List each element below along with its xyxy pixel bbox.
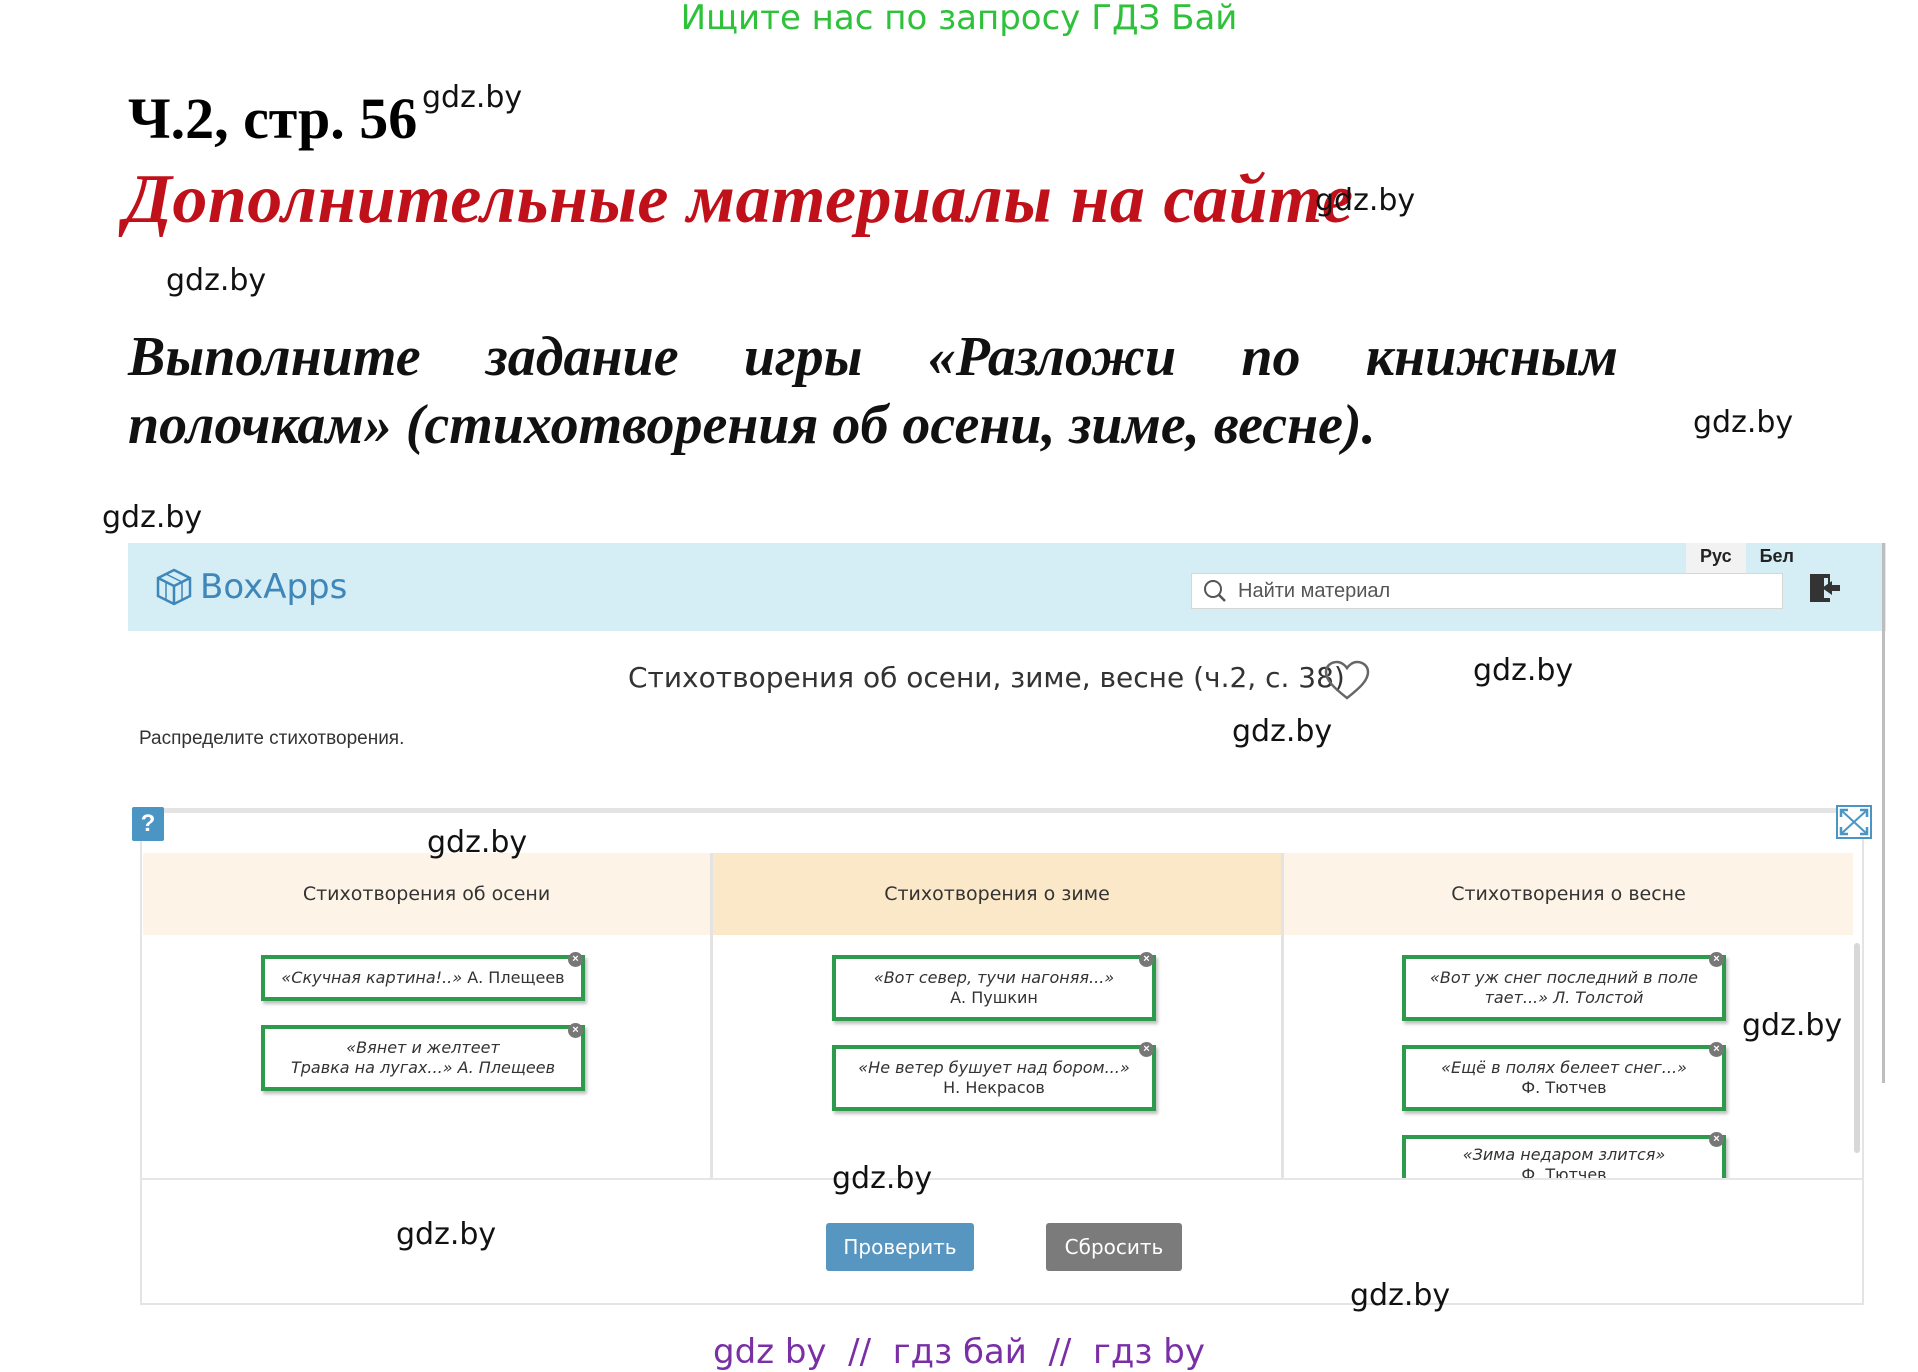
card-author: Н. Некрасов [943,1078,1045,1097]
remove-card-icon[interactable]: × [568,1023,583,1038]
column-header-autumn: Стихотворения об осени [143,853,710,935]
remove-card-icon[interactable]: × [1709,1042,1724,1057]
column-scrollbar[interactable] [1854,943,1860,1153]
watermark: gdz.by [1315,183,1416,218]
card-title: «Ещё в полях белеет снег...» [1441,1058,1687,1077]
watermark: gdz.by [1742,1008,1843,1043]
poem-card[interactable]: «Вот уж снег последний в поле тает...» Л… [1402,955,1726,1021]
logo-text: BoxApps [200,567,348,607]
task-text-line-2: полочкам» (стихотворения об осени, зиме,… [128,394,1376,456]
remove-card-icon[interactable]: × [1709,1132,1724,1147]
page-reference: Ч.2, стр. 56 [128,86,418,151]
poem-card[interactable]: «Не ветер бушует над бором...» Н. Некрас… [832,1045,1156,1111]
material-title: Стихотворения об осени, зиме, весне (ч.2… [628,661,1345,694]
task-word: задание [485,326,679,388]
footer-divider [140,1178,1864,1180]
logout-icon[interactable] [1808,571,1842,610]
card-author: Ф. Тютчев [1521,1078,1607,1097]
card-title: «Не ветер бушует над бором...» [858,1058,1130,1077]
watermark: gdz.by [1232,714,1333,749]
language-switch: Рус Бел [1686,543,1808,573]
app-screenshot: BoxApps Рус Бел Найти материал Стихотвор… [128,543,1886,1305]
card-title: «Вянет и желтеет [346,1038,500,1057]
cube-icon [156,568,192,606]
watermark: gdz.by [427,825,528,860]
top-banner: Ищите нас по запросу ГДЗ Бай [680,0,1238,38]
poem-card[interactable]: «Вот север, тучи нагоняя...» А. Пушкин [832,955,1156,1021]
lang-rus-button[interactable]: Рус [1686,543,1746,573]
watermark: gdz.by [1473,653,1574,688]
task-word: книжным [1365,326,1618,388]
search-input[interactable]: Найти материал [1191,573,1783,609]
card-title: «Зима недаром злится» [1462,1145,1666,1164]
poem-card[interactable]: «Ещё в полях белеет снег...» Ф. Тютчев [1402,1045,1726,1111]
column-winter: «Вот север, тучи нагоняя...» А. Пушкин «… [713,935,1281,1178]
search-placeholder: Найти материал [1238,579,1391,602]
remove-card-icon[interactable]: × [568,952,583,967]
column-autumn: «Скучная картина!..» А. Плещеев «Вянет и… [143,935,710,1178]
watermark: gdz.by [102,500,203,535]
check-button[interactable]: Проверить [826,1223,974,1271]
watermark: gdz.by [1350,1278,1451,1313]
search-icon [1204,580,1226,602]
task-word: Выполните [128,326,421,388]
heart-icon[interactable] [1323,659,1371,706]
task-word: по [1241,326,1301,388]
card-title: «Вот север, тучи нагоняя...» [873,968,1115,987]
watermark: gdz.by [1693,405,1794,440]
bottom-banner: gdz by // гдз бай // гдз by [713,1332,1205,1372]
remove-card-icon[interactable]: × [1709,952,1724,967]
page-scrollbar[interactable] [1882,543,1885,1083]
remove-card-icon[interactable]: × [1139,1042,1154,1057]
watermark: gdz.by [166,263,267,298]
poem-card[interactable]: «Скучная картина!..» А. Плещеев [261,955,585,1001]
watermark: gdz.by [832,1161,933,1196]
poem-card[interactable]: «Вянет и желтеет Травка на лугах...» А. … [261,1025,585,1091]
boxapps-logo[interactable]: BoxApps [154,567,347,607]
column-header-spring: Стихотворения о весне [1284,853,1853,935]
fullscreen-icon[interactable] [1836,805,1872,844]
card-author: тает...» Л. Толстой [1484,988,1644,1007]
task-word: «Разложи [927,326,1177,388]
column-spring: «Вот уж снег последний в поле тает...» Л… [1284,935,1853,1178]
help-button[interactable]: ? [132,807,164,841]
task-text-line-1: Выполните задание игры «Разложи по книжн… [128,325,1618,389]
app-header: BoxApps Рус Бел Найти материал [128,543,1886,631]
lang-bel-button[interactable]: Бел [1746,543,1808,573]
remove-card-icon[interactable]: × [1139,952,1154,967]
card-author: Ф. Тютчев [1521,1165,1607,1178]
task-word: игры [743,326,863,388]
watermark: gdz.by [422,80,523,115]
column-header-winter: Стихотворения о зиме [713,853,1281,935]
card-title: «Скучная картина!..» [281,968,463,987]
section-heading: Дополнительные материалы на сайте [124,161,1354,238]
card-author: Травка на лугах...» А. Плещеев [290,1058,556,1077]
card-author: А. Пушкин [950,988,1038,1007]
card-title: «Вот уж снег последний в поле [1430,968,1698,987]
poem-card[interactable]: «Зима недаром злится» Ф. Тютчев [1402,1135,1726,1178]
instructions-text: Распределите стихотворения. [139,728,405,749]
card-author: А. Плещеев [467,968,565,987]
watermark: gdz.by [396,1217,497,1252]
reset-button[interactable]: Сбросить [1046,1223,1182,1271]
